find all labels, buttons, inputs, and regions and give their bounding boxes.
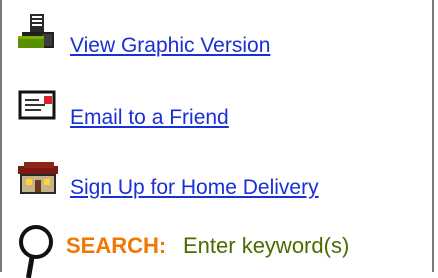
home-delivery-row: Sign Up for Home Delivery — [2, 154, 432, 206]
view-graphic-row: View Graphic Version — [2, 8, 432, 64]
email-to-friend-link[interactable]: Email to a Friend — [70, 106, 229, 130]
search-row: SEARCH: — [2, 210, 434, 278]
email-card-icon — [18, 90, 56, 120]
search-label: SEARCH: — [66, 233, 167, 258]
view-graphic-version-link[interactable]: View Graphic Version — [70, 34, 270, 58]
home-delivery-link[interactable]: Sign Up for Home Delivery — [70, 176, 319, 200]
search-input[interactable] — [177, 228, 429, 264]
magnifier-icon — [19, 225, 53, 278]
search-bar: SEARCH: — [10, 216, 434, 278]
printer-icon — [18, 14, 54, 48]
page-tools-panel: View Graphic Version Email to a Friend S… — [0, 0, 434, 278]
email-friend-row: Email to a Friend — [2, 84, 432, 136]
house-icon — [18, 162, 58, 194]
